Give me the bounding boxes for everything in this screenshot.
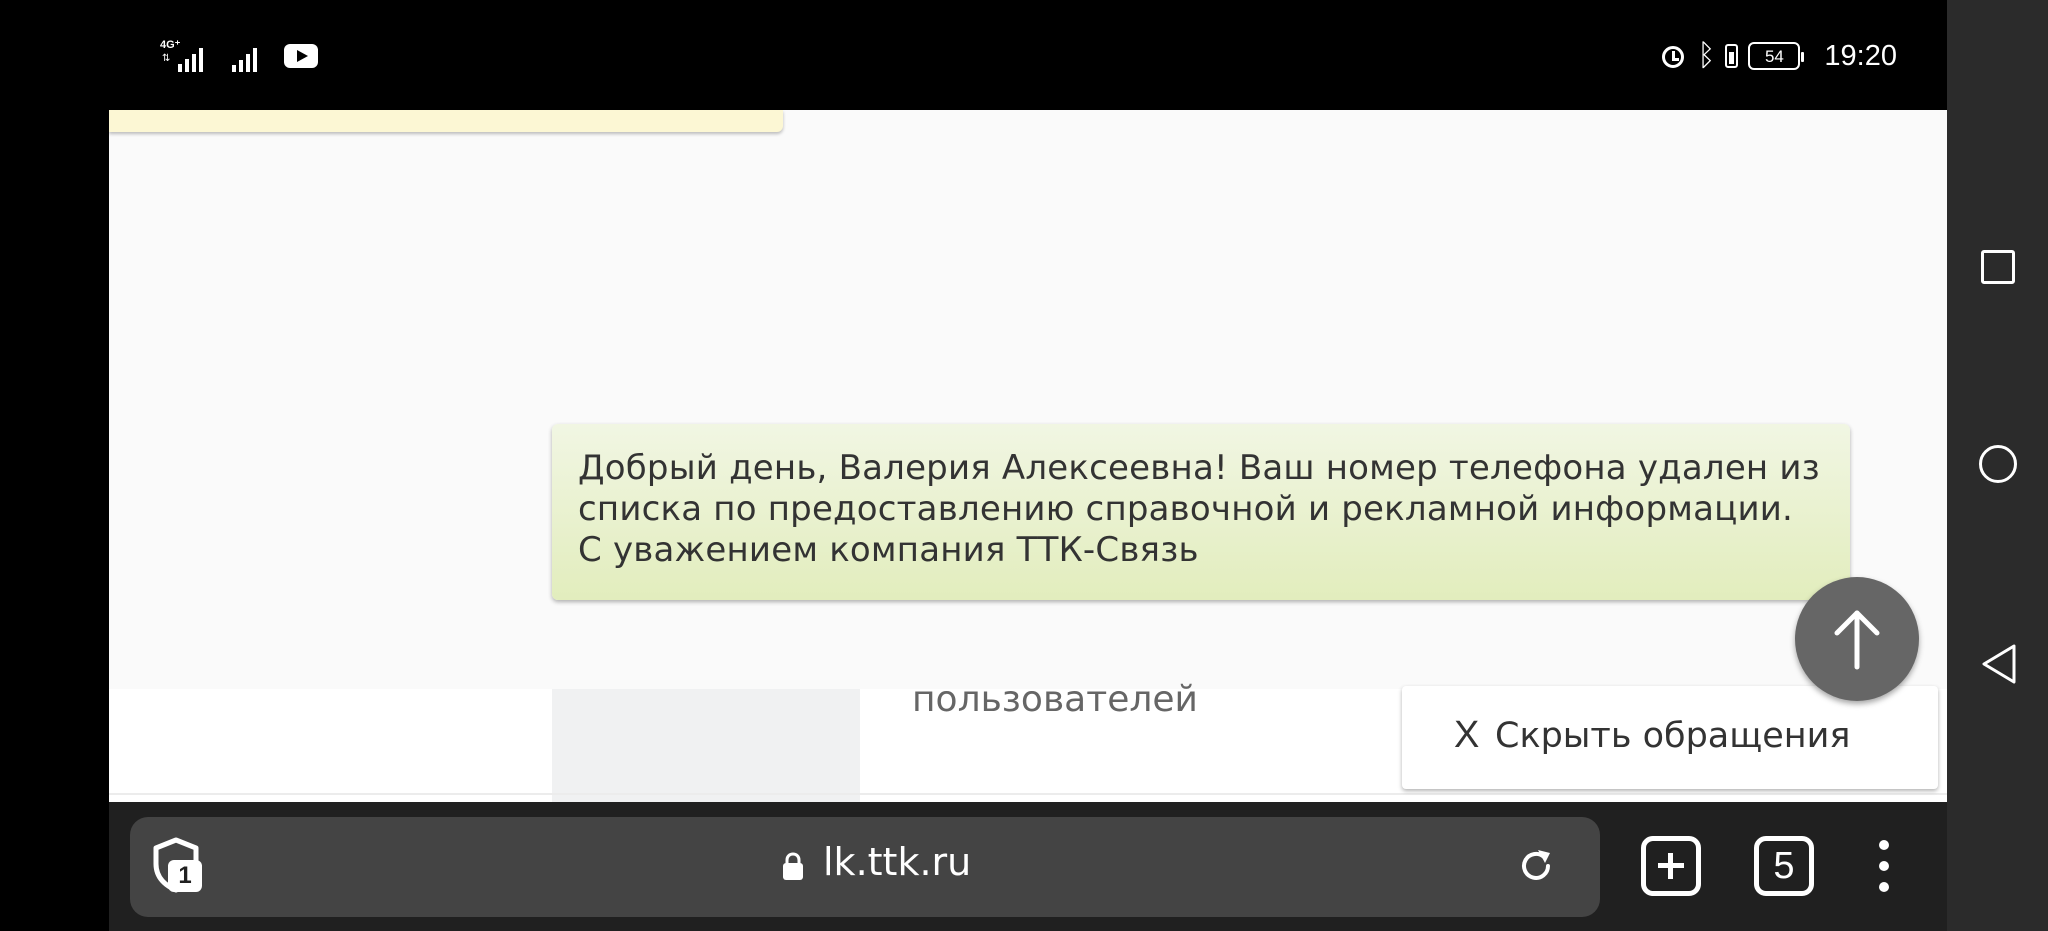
reload-icon[interactable] bbox=[1516, 846, 1556, 886]
previous-message-bubble bbox=[109, 110, 783, 132]
shield-count: 1 bbox=[168, 860, 202, 892]
lock-icon bbox=[783, 852, 803, 880]
alarm-icon bbox=[1659, 42, 1687, 70]
bluetooth-icon: ᛒ bbox=[1697, 38, 1716, 73]
message-text: Добрый день, Валерия Алексеевна! Ваш ном… bbox=[578, 448, 1820, 570]
status-bar: 4G⁺ ⇅ ᛒ 54 19:20 bbox=[0, 0, 1947, 110]
arrow-up-icon bbox=[1834, 610, 1880, 670]
status-right: ᛒ 54 19:20 bbox=[1659, 36, 1897, 76]
users-label: пользователей bbox=[912, 679, 1198, 720]
new-tab-icon[interactable] bbox=[1641, 836, 1701, 896]
phone-screen: 4G⁺ ⇅ ᛒ 54 19:20 Добрый день, Валерия Ал… bbox=[0, 0, 2048, 931]
status-left: 4G⁺ ⇅ bbox=[158, 40, 318, 72]
tabs-icon[interactable]: 5 bbox=[1754, 836, 1814, 896]
battery-saver-icon bbox=[1725, 44, 1739, 68]
menu-icon[interactable] bbox=[1877, 840, 1891, 896]
close-icon: X bbox=[1454, 714, 1480, 756]
signal-icon bbox=[230, 40, 262, 72]
hide-requests-button[interactable]: X Скрыть обращения bbox=[1402, 686, 1938, 789]
url-text[interactable]: lk.ttk.ru bbox=[823, 840, 971, 884]
web-content: Добрый день, Валерия Алексеевна! Ваш ном… bbox=[109, 110, 1947, 802]
back-icon[interactable] bbox=[1980, 642, 2020, 686]
recents-icon[interactable] bbox=[1981, 250, 2015, 284]
youtube-icon bbox=[284, 44, 318, 68]
data-arrows-icon: ⇅ bbox=[162, 53, 171, 64]
divider bbox=[109, 793, 1947, 795]
scroll-to-top-button[interactable] bbox=[1795, 577, 1919, 701]
home-icon[interactable] bbox=[1979, 445, 2017, 483]
status-time: 19:20 bbox=[1824, 39, 1897, 72]
message-bubble: Добрый день, Валерия Алексеевна! Ваш ном… bbox=[552, 424, 1850, 600]
battery-level: 54 bbox=[1764, 46, 1784, 66]
battery-icon: 54 bbox=[1748, 42, 1805, 70]
gray-column bbox=[552, 689, 860, 802]
signal-4g-icon: 4G⁺ ⇅ bbox=[158, 40, 208, 72]
hide-requests-label: Скрыть обращения bbox=[1495, 716, 1851, 756]
